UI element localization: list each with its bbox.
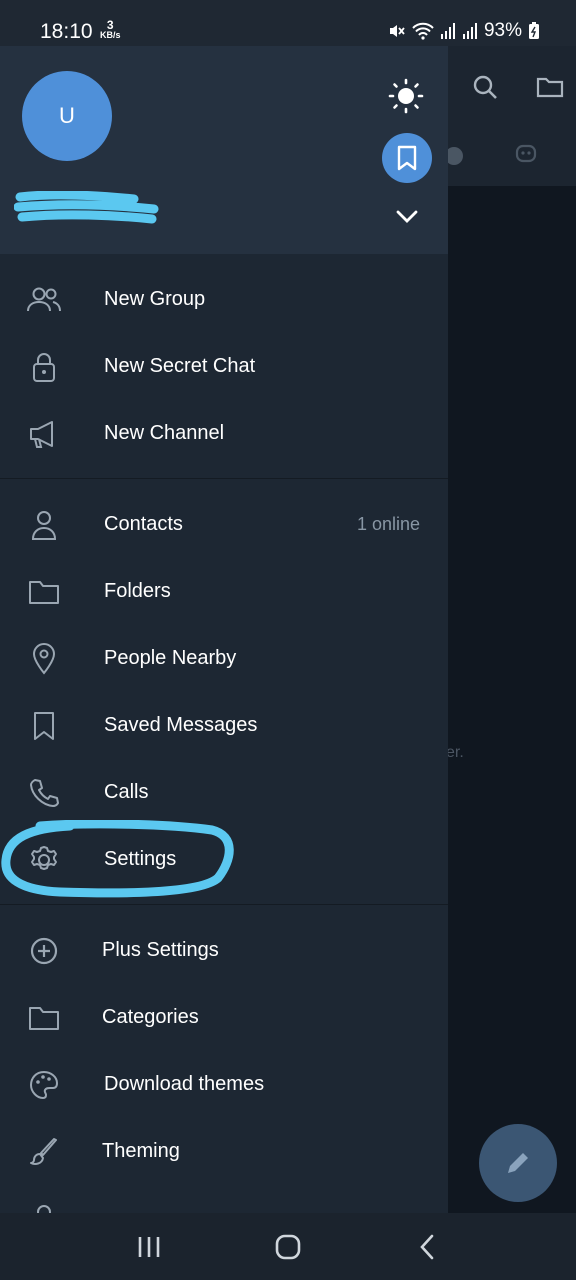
account-expand-button[interactable]: [392, 202, 422, 232]
chevron-down-icon: [396, 210, 418, 223]
home-icon: [275, 1234, 301, 1259]
menu-item-label: Calls: [104, 781, 149, 803]
navigation-drawer: U New Group New Secret Chat New Channel …: [0, 46, 448, 1213]
divider: [0, 478, 448, 479]
recent-apps-button[interactable]: [119, 1217, 179, 1277]
redacted-name-scribble: [14, 191, 159, 224]
menu-item-label: New Channel: [104, 422, 225, 444]
menu-item-saved-messages[interactable]: Saved Messages: [0, 692, 448, 759]
menu-item-settings[interactable]: Settings: [0, 826, 448, 893]
signal-icon: [440, 23, 455, 39]
menu-item-label: Settings: [104, 848, 177, 870]
main-screen-background: [448, 46, 576, 1213]
system-navigation-bar: [0, 1213, 576, 1280]
menu-item-label: Plus Settings: [102, 939, 219, 961]
online-count: 1 online: [356, 514, 420, 534]
megaphone-icon: [26, 417, 62, 451]
menu-item-plus-settings[interactable]: Plus Settings: [0, 917, 448, 984]
person-icon: [26, 508, 62, 542]
menu-item-new-secret-chat[interactable]: New Secret Chat: [0, 333, 448, 400]
back-button[interactable]: [397, 1217, 457, 1277]
menu-item-new-channel[interactable]: New Channel: [0, 400, 448, 467]
status-icons: 93%: [388, 20, 540, 42]
network-speed: 3 KB/s: [100, 18, 121, 40]
pencil-icon: [508, 1153, 528, 1173]
saved-messages-button[interactable]: [382, 133, 432, 183]
empty-state-hint: er.: [446, 744, 464, 761]
menu-item-label: Folders: [104, 580, 171, 602]
network-speed-unit: KB/s: [100, 30, 121, 40]
people-icon: [26, 283, 62, 317]
menu-item-people-nearby[interactable]: People Nearby: [0, 625, 448, 692]
folder-icon: [26, 1001, 62, 1035]
mute-icon: [389, 25, 405, 37]
menu-item-new-group[interactable]: New Group: [0, 266, 448, 333]
bookmark-icon: [26, 709, 62, 743]
menu-item-label: Categories: [102, 1006, 199, 1028]
menu-item-calls[interactable]: Calls: [0, 759, 448, 826]
avatar-initial: U: [59, 103, 75, 128]
home-button[interactable]: [258, 1217, 318, 1277]
search-icon[interactable]: [472, 74, 498, 100]
menu-item-folders[interactable]: Folders: [0, 558, 448, 625]
location-pin-icon: [26, 642, 62, 676]
drawer-header: U: [0, 46, 448, 254]
folder-icon[interactable]: [536, 76, 564, 98]
lock-icon: [26, 350, 62, 384]
divider: [0, 904, 448, 905]
avatar[interactable]: U: [22, 71, 112, 161]
status-bar: 18:10 3 KB/s 93%: [0, 0, 576, 46]
status-time: 18:10: [40, 20, 93, 43]
back-chevron-icon: [419, 1234, 433, 1259]
battery-percent: 93%: [483, 20, 522, 41]
menu-item-partial[interactable]: [0, 1185, 448, 1213]
menu-item-label: Contacts: [104, 513, 183, 535]
person-icon: [26, 1202, 62, 1213]
menu-item-contacts[interactable]: Contacts 1 online: [0, 491, 448, 558]
menu-item-label: Download themes: [104, 1073, 265, 1095]
menu-item-theming[interactable]: Theming: [0, 1118, 448, 1185]
theme-toggle-button[interactable]: [386, 76, 426, 116]
sun-icon: [388, 78, 424, 114]
brush-icon: [26, 1135, 62, 1169]
menu-item-label: New Secret Chat: [104, 355, 256, 377]
network-speed-value: 3: [106, 18, 114, 32]
bot-icon[interactable]: [512, 142, 540, 166]
main-toolbar: [445, 46, 576, 186]
wifi-icon: [412, 22, 434, 40]
menu-item-label: Saved Messages: [104, 714, 258, 736]
phone-icon: [26, 776, 62, 810]
menu-item-download-themes[interactable]: Download themes: [0, 1051, 448, 1118]
recents-icon: [139, 1236, 160, 1257]
bookmark-icon: [397, 145, 417, 171]
signal-icon-2: [462, 23, 477, 39]
plus-circle-icon: [26, 934, 62, 968]
menu-item-label: People Nearby: [104, 647, 237, 669]
menu-item-label: Theming: [102, 1140, 180, 1162]
menu-item-categories[interactable]: Categories: [0, 984, 448, 1051]
menu-item-label: New Group: [104, 288, 206, 310]
folder-icon: [26, 575, 62, 609]
compose-button[interactable]: [479, 1124, 557, 1202]
battery-icon: [529, 22, 539, 39]
gear-icon: [26, 843, 62, 877]
palette-icon: [26, 1068, 62, 1102]
drawer-menu: New Group New Secret Chat New Channel Co…: [0, 254, 448, 1213]
